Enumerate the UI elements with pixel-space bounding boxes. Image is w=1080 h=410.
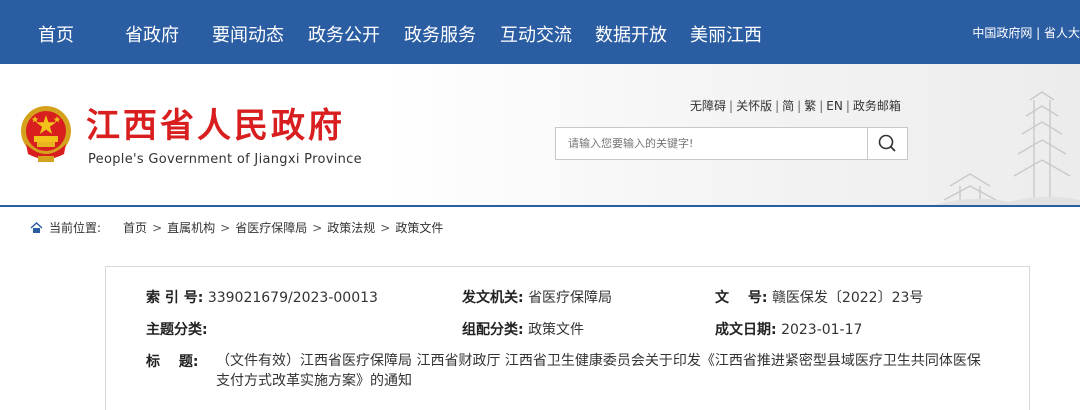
field-index-number: 索 引 号: 339021679/2023-00013 xyxy=(146,287,378,307)
field-value: 省医疗保障局 xyxy=(528,290,613,306)
link-accessibility[interactable]: 无障碍 xyxy=(690,99,726,113)
field-value: 赣医保发〔2022〕23号 xyxy=(771,290,924,306)
field-label: 文 号: xyxy=(715,290,768,306)
breadcrumb-separator: > xyxy=(152,221,163,235)
utility-links: 无障碍 | 关怀版 | 简 | 繁 | EN | 政务邮箱 xyxy=(690,97,901,114)
site-title[interactable]: 江西省人民政府 xyxy=(86,104,345,148)
separator: | xyxy=(819,99,824,113)
field-label: 标 题: xyxy=(146,354,199,370)
field-topic-category: 主题分类: xyxy=(146,319,208,339)
national-emblem-icon[interactable] xyxy=(18,104,74,164)
breadcrumb-policies[interactable]: 政策法规 xyxy=(327,221,375,235)
breadcrumb-direct-agencies[interactable]: 直属机构 xyxy=(167,221,215,235)
field-assignment-category: 组配分类: 政策文件 xyxy=(462,319,584,339)
separator: | xyxy=(797,99,802,113)
field-value: 339021679/2023-00013 xyxy=(207,290,378,306)
nav-item-province-gov[interactable]: 省政府 xyxy=(125,0,179,64)
field-label: 组配分类: xyxy=(462,322,524,338)
document-title: （文件有效）江西省医疗保障局 江西省财政厅 江西省卫生健康委员会关于印发《江西省… xyxy=(216,353,981,389)
breadcrumb-separator: > xyxy=(220,221,231,235)
breadcrumb-separator: > xyxy=(380,221,391,235)
separator: | xyxy=(729,99,734,113)
breadcrumb: 当前位置: 首页 > 直属机构 > 省医疗保障局 > 政策法规 > 政策文件 xyxy=(30,219,443,236)
link-simplified[interactable]: 简 xyxy=(782,99,794,113)
nav-external-links[interactable]: 中国政府网 | 省人大 xyxy=(972,0,1080,64)
nav-item-beautiful-jiangxi[interactable]: 美丽江西 xyxy=(690,0,762,64)
field-label: 成文日期: xyxy=(715,322,777,338)
pavilion-illustration-icon xyxy=(930,91,1080,206)
field-value: 政策文件 xyxy=(528,322,585,338)
nav-item-gov-affairs-public[interactable]: 政务公开 xyxy=(308,0,380,64)
link-care-version[interactable]: 关怀版 xyxy=(736,99,772,113)
site-header: 江西省人民政府 People's Government of Jiangxi P… xyxy=(0,64,1080,206)
breadcrumb-label: 当前位置: xyxy=(49,221,102,235)
header-divider xyxy=(0,205,1080,207)
field-written-date: 成文日期: 2023-01-17 xyxy=(715,319,862,339)
field-label: 发文机关: xyxy=(462,290,524,306)
breadcrumb-separator: > xyxy=(312,221,323,235)
search-icon xyxy=(878,134,896,152)
nav-item-open-data[interactable]: 数据开放 xyxy=(595,0,667,64)
breadcrumb-medical-security-bureau[interactable]: 省医疗保障局 xyxy=(235,221,307,235)
separator: | xyxy=(775,99,780,113)
field-document-number: 文 号: 赣医保发〔2022〕23号 xyxy=(715,287,923,307)
breadcrumb-policy-documents[interactable]: 政策文件 xyxy=(395,221,443,235)
field-label: 主题分类: xyxy=(146,322,208,338)
document-info-panel: 索 引 号: 339021679/2023-00013 发文机关: 省医疗保障局… xyxy=(105,266,1030,410)
search-button[interactable] xyxy=(867,128,907,159)
field-value: 2023-01-17 xyxy=(781,322,863,338)
breadcrumb-home[interactable]: 首页 xyxy=(123,221,147,235)
search-input[interactable] xyxy=(556,128,868,159)
site-subtitle: People's Government of Jiangxi Province xyxy=(88,152,362,167)
nav-item-interaction[interactable]: 互动交流 xyxy=(500,0,572,64)
nav-item-news[interactable]: 要闻动态 xyxy=(212,0,284,64)
link-gov-email[interactable]: 政务邮箱 xyxy=(853,99,901,113)
link-traditional[interactable]: 繁 xyxy=(804,99,816,113)
separator: | xyxy=(845,99,850,113)
nav-item-home[interactable]: 首页 xyxy=(38,0,74,64)
search-box xyxy=(555,127,908,160)
top-nav: 首页 省政府 要闻动态 政务公开 政务服务 互动交流 数据开放 美丽江西 中国政… xyxy=(0,0,1080,64)
home-icon xyxy=(30,222,43,233)
field-issuing-authority: 发文机关: 省医疗保障局 xyxy=(462,287,612,307)
nav-item-gov-services[interactable]: 政务服务 xyxy=(404,0,476,64)
field-label: 索 引 号: xyxy=(146,290,204,306)
link-english[interactable]: EN xyxy=(826,99,843,113)
